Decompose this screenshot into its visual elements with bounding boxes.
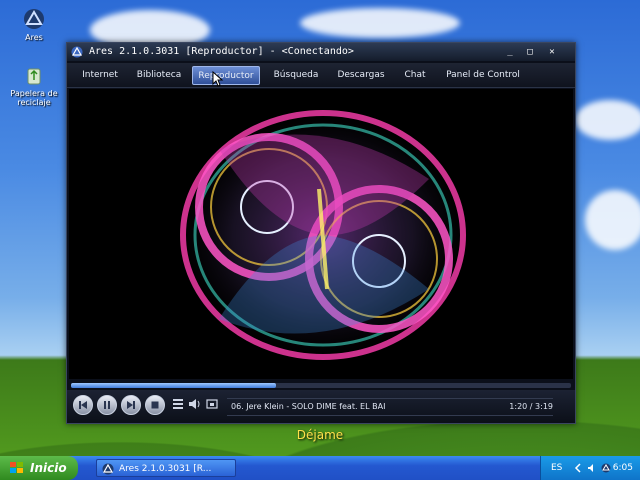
recycle-bin-icon (27, 68, 41, 85)
taskbar-item-label: Ares 2.1.0.3031 [R... (119, 464, 212, 474)
minimize-button[interactable]: _ (503, 46, 517, 58)
start-button[interactable]: Inicio (0, 456, 78, 480)
main-tab-bar: Internet Biblioteca Reproductor Búsqueda… (67, 63, 575, 88)
tab-label: Internet (82, 70, 118, 80)
ares-logo-icon (102, 463, 114, 475)
start-label: Inicio (30, 461, 67, 475)
volume-icon[interactable] (587, 463, 597, 473)
window-titlebar[interactable]: Ares 2.1.0.3031 [Reproductor] - <Conecta… (67, 43, 575, 61)
taskbar-item-ares[interactable]: Ares 2.1.0.3031 [R... (96, 459, 236, 477)
lyrics-subtitle: Déjame (296, 428, 344, 442)
volume-icon[interactable] (187, 397, 201, 411)
previous-button[interactable] (73, 395, 93, 415)
taskbar: Inicio Ares 2.1.0.3031 [R... ES 6:05 (0, 456, 640, 480)
fullscreen-icon[interactable] (205, 397, 219, 411)
seek-bar-progress (71, 383, 276, 388)
tab-chat[interactable]: Chat (397, 66, 433, 85)
tab-busqueda[interactable]: Búsqueda (267, 66, 325, 85)
tab-label: Biblioteca (136, 70, 182, 80)
stop-button[interactable] (145, 395, 165, 415)
language-indicator[interactable]: ES (551, 456, 562, 480)
mouse-cursor-icon (212, 71, 224, 87)
pause-icon (104, 401, 110, 409)
now-playing-track: 06. Jere Klein - SOLO DIME feat. EL BAI (231, 402, 386, 411)
pause-button[interactable] (97, 395, 117, 415)
ares-window: Ares 2.1.0.3031 [Reproductor] - <Conecta… (66, 42, 576, 424)
tab-biblioteca[interactable]: Biblioteca (133, 66, 185, 85)
windows-flag-icon (10, 462, 23, 473)
desktop-icon-recycle-bin[interactable]: Papelera de reciclaje (6, 64, 62, 107)
system-tray: ES 6:05 (540, 456, 640, 480)
tab-panel-de-control[interactable]: Panel de Control (443, 66, 523, 85)
close-icon: ✕ (549, 47, 555, 57)
tab-label: Búsqueda (273, 70, 319, 80)
tab-label: Chat (404, 70, 426, 80)
video-visualization[interactable] (69, 89, 573, 379)
tab-internet[interactable]: Internet (75, 66, 125, 85)
player-controls: 06. Jere Klein - SOLO DIME feat. EL BAI … (67, 390, 575, 422)
stop-icon (151, 401, 159, 409)
ares-logo-icon (24, 9, 44, 29)
maximize-button[interactable]: □ (523, 46, 537, 58)
cloud (575, 100, 640, 140)
seek-bar[interactable] (71, 383, 571, 388)
close-button[interactable]: ✕ (545, 46, 559, 58)
ares-tray-icon[interactable] (601, 463, 611, 473)
maximize-icon: □ (527, 47, 533, 57)
ares-logo-icon (71, 46, 83, 58)
playlist-icon[interactable] (171, 397, 185, 411)
desktop-icon-label: Papelera de reciclaje (10, 89, 58, 107)
playback-time: 1:20 / 3:19 (509, 402, 553, 411)
minimize-icon: _ (507, 47, 513, 57)
next-icon (127, 401, 135, 409)
desktop-icon-ares[interactable]: Ares (6, 8, 62, 42)
desktop-icon-label: Ares (25, 33, 43, 42)
audio-visualizer-graphic (69, 89, 573, 379)
now-playing-bar: 06. Jere Klein - SOLO DIME feat. EL BAI … (227, 398, 553, 416)
previous-icon (79, 401, 87, 409)
tab-label: Panel de Control (446, 70, 520, 80)
tab-label: Descargas (337, 70, 385, 80)
window-title: Ares 2.1.0.3031 [Reproductor] - <Conecta… (89, 46, 354, 57)
tab-label: Reproductor (198, 71, 254, 81)
cloud (300, 8, 460, 38)
tray-arrow-icon[interactable] (573, 463, 583, 473)
tab-descargas[interactable]: Descargas (333, 66, 389, 85)
cloud (585, 190, 640, 250)
tab-reproductor[interactable]: Reproductor (192, 66, 260, 85)
next-button[interactable] (121, 395, 141, 415)
clock: 6:05 (612, 463, 633, 473)
